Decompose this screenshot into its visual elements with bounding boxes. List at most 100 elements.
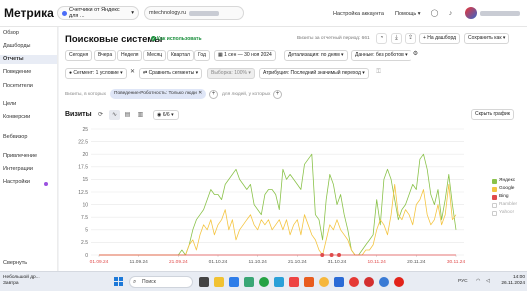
whatsapp-icon[interactable] — [259, 277, 269, 287]
area-chart-icon[interactable]: ▤ — [122, 110, 133, 120]
legend-label: Rambler — [499, 202, 518, 207]
filter-chip-label: Поведение›Роботность: Только люди — [114, 91, 197, 96]
avatar[interactable] — [465, 7, 477, 19]
in-use-label: Как использовать — [157, 36, 202, 42]
yandex-icon[interactable] — [364, 277, 374, 287]
date-range-picker[interactable]: ▦ 1 сен — 30 ноя 2024 — [214, 50, 276, 61]
add-condition-icon[interactable]: + — [273, 90, 282, 99]
file-explorer-icon[interactable] — [214, 277, 224, 287]
x-tick-label: 30.11.24 — [447, 259, 466, 265]
language-indicator[interactable]: РУС — [458, 279, 468, 284]
system-clock[interactable]: 14:00 26.11.2024 — [497, 275, 525, 287]
y-tick-label: 22.5 — [78, 139, 88, 145]
help-menu[interactable]: Помощь ▾ — [395, 11, 421, 17]
legend-item-rambler[interactable]: Rambler — [492, 201, 526, 209]
compare-label: Сравнить сегменты — [148, 70, 195, 76]
compare-segments-button[interactable]: ⇄ Сравнить сегменты ▾ — [139, 68, 203, 79]
sidebar-item-webvisor[interactable]: Вебвизор — [3, 133, 27, 142]
add-filter-icon[interactable]: + — [209, 90, 218, 99]
line-chart-icon[interactable]: ∿ — [109, 110, 120, 120]
period-year-button[interactable]: Год — [194, 50, 210, 61]
taskbar-search-input[interactable]: ⌕ Поиск — [129, 276, 193, 288]
sidebar-item-dashboards[interactable]: Дашборды — [3, 42, 31, 51]
volume-icon[interactable]: ◁ — [486, 279, 490, 284]
annotation-marker — [320, 253, 325, 257]
save-as-button[interactable]: Сохранить как ▾ — [464, 33, 509, 44]
legend-item-yandex[interactable]: Яндекс — [492, 177, 526, 185]
sidebar-item-settings[interactable]: Настройки — [3, 178, 30, 187]
telegram-icon[interactable] — [274, 277, 284, 287]
yandex-browser-icon[interactable] — [349, 277, 359, 287]
weather-widget[interactable]: Небольшой др... Завтра — [3, 275, 40, 287]
network-icon[interactable]: ◠ — [476, 279, 480, 284]
bar-chart-icon[interactable]: ▥ — [135, 110, 146, 120]
sidebar-item-acquisition[interactable]: Привлечение — [3, 152, 37, 161]
legend-swatch — [492, 186, 497, 192]
counter-selector[interactable]: Счетчики от Яндекс для ... ▾ — [57, 6, 139, 20]
y-tick-label: 12.5 — [78, 190, 88, 196]
period-month-button[interactable]: Месяц — [143, 50, 167, 61]
new-feature-dot-icon — [44, 182, 48, 186]
sample-select[interactable]: Выборка: 100% ▾ — [207, 68, 255, 79]
share-icon[interactable]: ⇪ — [405, 33, 416, 44]
edge-browser-icon[interactable] — [229, 277, 239, 287]
save-as-label: Сохранить как — [468, 35, 502, 41]
messages-icon[interactable]: ◯ — [430, 9, 439, 18]
sidebar-item-reports[interactable]: Отчеты — [0, 55, 57, 64]
x-tick-label: 31.10.24 — [328, 259, 347, 265]
sidebar-item-overview[interactable]: Обзор — [3, 29, 19, 38]
clock-date: 26.11.2024 — [501, 281, 525, 286]
opera-icon[interactable] — [394, 277, 404, 287]
sidebar-item-behavior[interactable]: Поведение — [3, 68, 31, 77]
brand-logo[interactable]: Метрика — [4, 6, 54, 20]
legend-swatch — [492, 194, 497, 200]
clock-icon[interactable]: ◔ — [376, 33, 387, 44]
task-view-icon[interactable] — [199, 277, 209, 287]
detail-select[interactable]: Детализация: по дням ▾ — [284, 50, 348, 61]
refresh-icon[interactable]: ⟳ — [95, 110, 106, 120]
in-use-badge[interactable]: ✓ Как использовать — [151, 36, 202, 42]
main-content: Поисковые системы ✓ Как использовать Визи… — [59, 27, 527, 271]
y-tick-label: 15 — [82, 177, 88, 183]
period-week-button[interactable]: Неделя — [117, 50, 143, 61]
notifications-bell-icon[interactable]: ♪ — [446, 9, 455, 18]
sidebar-item-integrations[interactable]: Интеграции — [3, 165, 33, 174]
data-filter-select[interactable]: Данные: без роботов ▾ — [351, 50, 412, 61]
windows-start-icon[interactable] — [114, 277, 123, 286]
period-today-button[interactable]: Сегодня — [65, 50, 93, 61]
period-yesterday-button[interactable]: Вчера — [94, 50, 117, 61]
app-icon[interactable] — [304, 277, 314, 287]
legend-item-bing[interactable]: Bing — [492, 193, 526, 201]
edge-dev-icon[interactable] — [244, 277, 254, 287]
site-selector-label: mtechnology.ru — [149, 10, 187, 16]
sample-label: Выборка: 100% — [211, 70, 247, 76]
clear-segment-icon[interactable]: ✕ — [127, 68, 138, 79]
counter-selector-label: Счетчики от Яндекс для ... — [69, 7, 120, 19]
account-settings-link[interactable]: Настройка аккаунта — [333, 11, 384, 17]
sidebar-collapse-button[interactable]: Свернуть — [3, 259, 27, 268]
period-quarter-button[interactable]: Квартал — [167, 50, 194, 61]
legend-item-google[interactable]: Google — [492, 185, 526, 193]
settings-gear-icon[interactable]: ⚙ — [410, 50, 421, 61]
add-to-dashboard-button[interactable]: + На дашборд — [419, 33, 461, 44]
app-icon-2[interactable] — [379, 277, 389, 287]
filter-chip[interactable]: Поведение›Роботность: Только люди ✕ — [110, 89, 207, 99]
download-icon[interactable]: ⤓ — [391, 33, 402, 44]
date-range-label: 1 сен — 30 ноя 2024 — [224, 52, 272, 58]
chrome-icon[interactable] — [319, 277, 329, 287]
legend-item-yahoo[interactable]: Yahoo! — [492, 209, 526, 217]
word-icon[interactable] — [334, 277, 344, 287]
calendar-icon: ▦ — [218, 52, 223, 58]
line-chart: 0 2.5 5 7.5 10 12.5 15 17.5 20 22.5 25 01.09.24 11.0… — [78, 127, 466, 265]
page-title: Поисковые системы — [65, 34, 163, 45]
segment-button[interactable]: ● Сегмент: 1 условие ▾ — [65, 68, 127, 79]
series-count-select[interactable]: ◉ 6/6 ▾ — [153, 110, 179, 120]
sidebar-item-conversions[interactable]: Конверсии — [3, 113, 30, 122]
sidebar-item-goals[interactable]: Цели — [3, 100, 16, 109]
site-selector[interactable]: mtechnology.ru — [144, 6, 244, 20]
filezilla-icon[interactable] — [289, 277, 299, 287]
hide-chart-button[interactable]: Скрыть график — [471, 109, 514, 120]
close-icon[interactable]: ✕ — [198, 91, 202, 96]
attribution-select[interactable]: Атрибуция: Последний значимый переход ▾ — [259, 68, 369, 79]
sidebar-item-visitors[interactable]: Посетители — [3, 82, 33, 91]
